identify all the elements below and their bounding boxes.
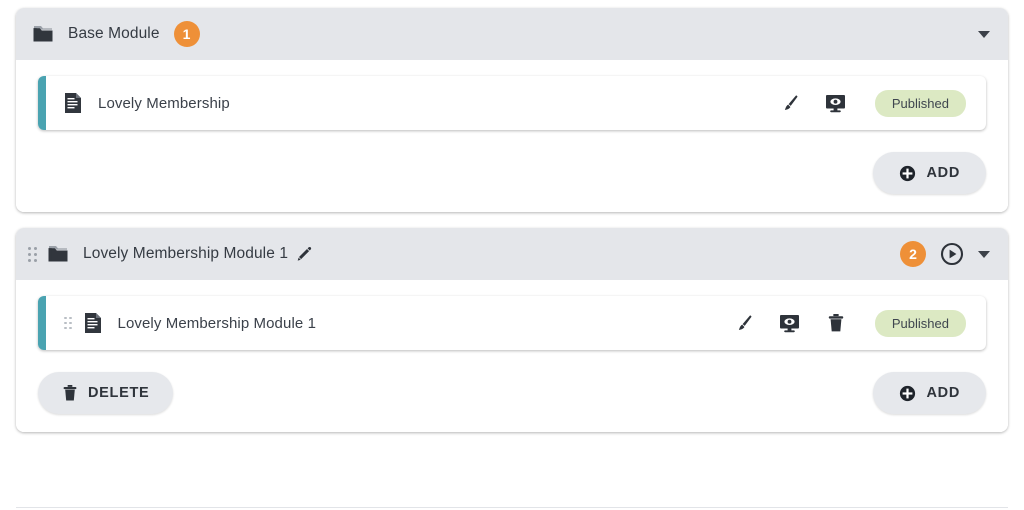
add-button-label: ADD [926,165,960,181]
lesson-left: Lovely Membership [64,92,773,114]
lesson-row[interactable]: Lovely Membership Published [38,76,986,130]
lesson-row[interactable]: Lovely Membership Module 1 Published [38,296,986,350]
module-list-page: Base Module 1 Lovely Membership Publishe… [0,0,1024,510]
status-badge: Published [874,89,966,117]
brush-icon [780,93,800,113]
drag-handle-icon[interactable] [64,316,72,330]
folder-icon [32,25,54,43]
add-button[interactable]: ADD [873,372,986,414]
module-header-left: Base Module 1 [32,21,978,47]
lesson-left: Lovely Membership Module 1 [64,312,727,334]
module-count-badge: 2 [900,241,926,267]
edit-pencil-icon[interactable] [296,246,312,262]
module-body-lovely-membership-module-1: Lovely Membership Module 1 Published DEL… [16,280,1008,432]
module-header-base-module[interactable]: Base Module 1 [16,8,1008,60]
module-header-right: 2 [900,241,990,267]
module-title: Lovely Membership Module 1 [83,245,289,262]
trash-icon [827,313,845,333]
trash-icon-button[interactable] [819,306,853,340]
drag-handle-icon[interactable] [28,246,37,262]
lesson-actions: Published [727,306,966,340]
preview-monitor-icon [779,314,800,333]
lesson-actions: Published [773,86,966,120]
add-button-label: ADD [926,385,960,401]
delete-button[interactable]: DELETE [38,372,174,414]
module-header-lovely-membership-module-1[interactable]: Lovely Membership Module 1 2 [16,228,1008,280]
module-footer-lovely-membership-module-1: DELETE ADD [38,372,986,414]
brush-icon-button[interactable] [727,306,761,340]
module-card-lovely-membership-module-1: Lovely Membership Module 1 2 Lovely Memb… [16,228,1008,432]
module-card-base-module: Base Module 1 Lovely Membership Publishe… [16,8,1008,212]
add-button[interactable]: ADD [873,152,986,194]
trash-icon [62,384,78,402]
module-header-left: Lovely Membership Module 1 [28,245,900,263]
chevron-down-icon[interactable] [978,30,990,38]
lesson-title: Lovely Membership Module 1 [117,314,317,332]
document-icon [84,312,102,334]
module-count-badge: 1 [173,21,200,47]
status-badge: Published [874,309,966,337]
preview-monitor-icon [825,94,846,113]
play-circle-icon[interactable] [940,242,964,266]
module-body-base-module: Lovely Membership Published ADD [16,60,1008,212]
delete-button-label: DELETE [88,385,150,401]
chevron-down-icon[interactable] [978,250,990,258]
brush-icon [734,313,754,333]
module-header-right [978,30,990,38]
preview-monitor-icon-button[interactable] [773,306,807,340]
folder-icon [47,245,69,263]
module-title: Base Module [68,25,160,42]
bottom-divider [16,507,1008,508]
module-footer-base-module: ADD [38,152,986,194]
preview-monitor-icon-button[interactable] [819,86,853,120]
lesson-title: Lovely Membership [98,94,230,112]
document-icon [64,92,82,114]
brush-icon-button[interactable] [773,86,807,120]
plus-circle-icon [899,165,916,182]
plus-circle-icon [899,385,916,402]
